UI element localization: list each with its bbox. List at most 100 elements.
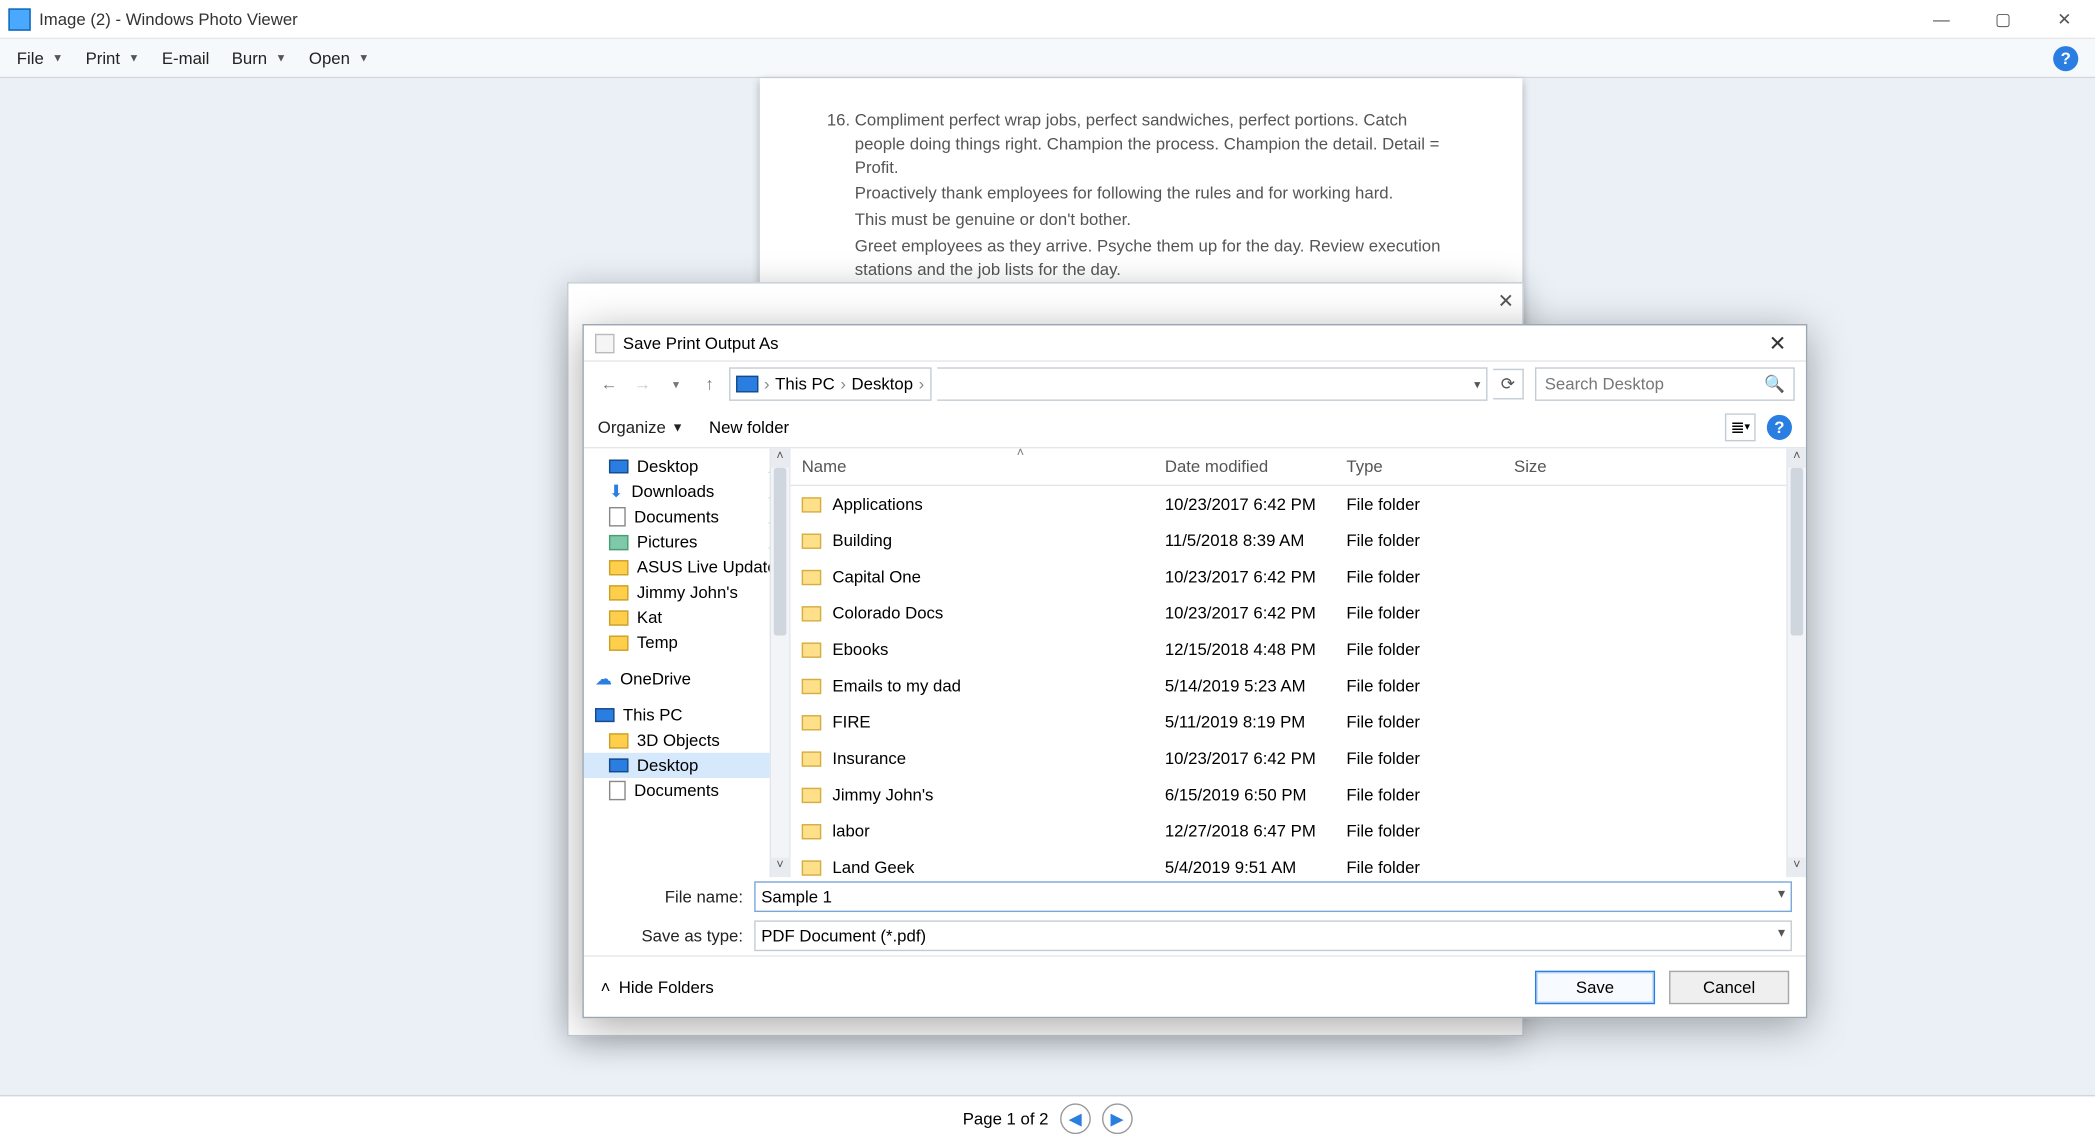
chevron-down-icon[interactable]: ▾: [1778, 926, 1785, 941]
tree-item-label: 3D Objects: [637, 730, 720, 750]
tree-item[interactable]: ASUS Live Update: [584, 554, 789, 579]
prev-page-button[interactable]: ◀: [1060, 1103, 1091, 1134]
savetype-select[interactable]: PDF Document (*.pdf) ▾: [754, 920, 1792, 951]
tree-item[interactable]: ☁OneDrive: [584, 666, 789, 691]
print-panel-close-icon[interactable]: ✕: [1498, 289, 1514, 313]
breadcrumb[interactable]: › This PC › Desktop ›: [729, 367, 931, 401]
refresh-button[interactable]: ⟳: [1493, 369, 1524, 400]
dialog-title: Save Print Output As: [623, 333, 779, 353]
tree-item-label: This PC: [623, 705, 683, 725]
sort-indicator-icon: ˄: [1017, 448, 1024, 459]
window-close-button[interactable]: ✕: [2034, 0, 2095, 38]
scroll-down-icon[interactable]: ˅: [771, 858, 789, 878]
nav-up-button[interactable]: ↑: [696, 370, 724, 398]
file-list[interactable]: ˄ Name Date modified Type Size Applicati…: [791, 448, 1806, 877]
file-list-header[interactable]: Name Date modified Type Size: [791, 448, 1806, 486]
tree-scrollbar[interactable]: ˄ ˅: [770, 448, 790, 877]
dialog-help-icon[interactable]: ?: [1767, 414, 1792, 439]
recent-locations-button[interactable]: ▾: [662, 370, 690, 398]
file-row[interactable]: Emails to my dad5/14/2019 5:23 AMFile fo…: [791, 668, 1806, 704]
nav-back-button[interactable]: ←: [595, 370, 623, 398]
hide-folders-button[interactable]: ˄ Hide Folders: [601, 977, 714, 997]
minimize-button[interactable]: —: [1911, 0, 1972, 38]
menu-open[interactable]: Open ▼: [298, 43, 381, 74]
maximize-button[interactable]: ▢: [1972, 0, 2033, 38]
menu-print[interactable]: Print▼: [74, 43, 150, 74]
search-input[interactable]: Search Desktop 🔍: [1535, 367, 1795, 401]
filename-field[interactable]: [761, 887, 1785, 907]
organize-button[interactable]: Organize ▼: [598, 417, 684, 437]
view-options-button[interactable]: ≣▾: [1725, 413, 1756, 441]
help-icon[interactable]: ?: [2053, 45, 2078, 70]
tree-item-label: Documents: [634, 781, 719, 801]
file-row[interactable]: Land Geek5/4/2019 9:51 AMFile folder: [791, 849, 1806, 877]
scroll-thumb[interactable]: [774, 468, 787, 636]
file-size: [1511, 865, 1623, 871]
file-name: Ebooks: [830, 637, 891, 662]
filename-input[interactable]: ▾: [754, 881, 1792, 912]
file-row[interactable]: labor12/27/2018 6:47 PMFile folder: [791, 813, 1806, 849]
document-text: This must be genuine or don't bother.: [855, 208, 1461, 231]
col-date[interactable]: Date modified: [1162, 451, 1344, 482]
file-row[interactable]: Jimmy John's6/15/2019 6:50 PMFile folder: [791, 777, 1806, 813]
tree-item[interactable]: Temp: [584, 630, 789, 655]
scroll-thumb[interactable]: [1791, 468, 1804, 636]
file-size: [1511, 828, 1623, 834]
files-scrollbar[interactable]: ˄ ˅: [1786, 448, 1806, 877]
search-icon: 🔍: [1764, 374, 1785, 394]
nav-forward-button[interactable]: →: [629, 370, 657, 398]
save-button[interactable]: Save: [1535, 970, 1655, 1004]
tree-item[interactable]: Jimmy John's: [584, 580, 789, 605]
file-date: 10/23/2017 6:42 PM: [1162, 746, 1344, 771]
file-row[interactable]: Applications10/23/2017 6:42 PMFile folde…: [791, 486, 1806, 522]
file-row[interactable]: FIRE5/11/2019 8:19 PMFile folder: [791, 704, 1806, 740]
file-size: [1511, 574, 1623, 580]
breadcrumb-dropdown[interactable]: ▾: [937, 367, 1488, 401]
menu-open-label: Open: [309, 48, 350, 68]
menu-file[interactable]: File▼: [6, 43, 75, 74]
desktop-icon: [609, 758, 629, 772]
scroll-up-icon[interactable]: ˄: [1788, 448, 1806, 468]
tree-item[interactable]: Kat: [584, 605, 789, 630]
tree-item[interactable]: Documents📌: [584, 504, 789, 529]
tree-item[interactable]: ⬇Downloads📌: [584, 479, 789, 504]
file-name: Capital One: [830, 564, 924, 589]
file-row[interactable]: Ebooks12/15/2018 4:48 PMFile folder: [791, 631, 1806, 667]
folder-icon: [802, 678, 822, 693]
chevron-down-icon[interactable]: ▾: [1778, 887, 1785, 902]
menu-email[interactable]: E-mail: [151, 43, 221, 74]
chevron-right-icon: ›: [919, 374, 925, 394]
tree-item[interactable]: Documents: [584, 778, 789, 803]
cancel-button[interactable]: Cancel: [1669, 970, 1789, 1004]
tree-item-label: Downloads: [631, 482, 714, 502]
file-row[interactable]: Colorado Docs10/23/2017 6:42 PMFile fold…: [791, 595, 1806, 631]
file-row[interactable]: Building11/5/2018 8:39 AMFile folder: [791, 522, 1806, 558]
breadcrumb-item[interactable]: Desktop: [852, 374, 913, 394]
folder-tree[interactable]: Desktop📌⬇Downloads📌Documents📌Pictures📌AS…: [584, 448, 791, 877]
tree-item[interactable]: Desktop: [584, 753, 789, 778]
file-row[interactable]: Capital One10/23/2017 6:42 PMFile folder: [791, 559, 1806, 595]
col-name[interactable]: Name: [799, 451, 1162, 482]
chevron-down-icon: ▼: [52, 52, 63, 65]
file-date: 10/23/2017 6:42 PM: [1162, 492, 1344, 517]
folder-icon: [609, 585, 629, 600]
tree-item-label: Desktop: [637, 756, 698, 776]
next-page-button[interactable]: ▶: [1102, 1103, 1133, 1134]
scroll-up-icon[interactable]: ˄: [771, 448, 789, 468]
tree-item[interactable]: Desktop📌: [584, 454, 789, 479]
menu-email-label: E-mail: [162, 48, 210, 68]
menu-burn[interactable]: Burn▼: [221, 43, 298, 74]
window-titlebar: Image (2) - Windows Photo Viewer — ▢ ✕: [0, 0, 2095, 39]
tree-item[interactable]: Pictures📌: [584, 529, 789, 554]
file-type: File folder: [1344, 673, 1512, 698]
breadcrumb-item[interactable]: This PC: [775, 374, 835, 394]
tree-item[interactable]: 3D Objects: [584, 728, 789, 753]
file-row[interactable]: Insurance10/23/2017 6:42 PMFile folder: [791, 740, 1806, 776]
scroll-down-icon[interactable]: ˅: [1788, 858, 1806, 878]
chevron-down-icon: ▼: [358, 52, 369, 65]
tree-item[interactable]: This PC: [584, 703, 789, 728]
dialog-close-button[interactable]: ✕: [1760, 330, 1794, 355]
new-folder-button[interactable]: New folder: [709, 417, 789, 437]
col-type[interactable]: Type: [1344, 451, 1512, 482]
col-size[interactable]: Size: [1511, 451, 1623, 482]
